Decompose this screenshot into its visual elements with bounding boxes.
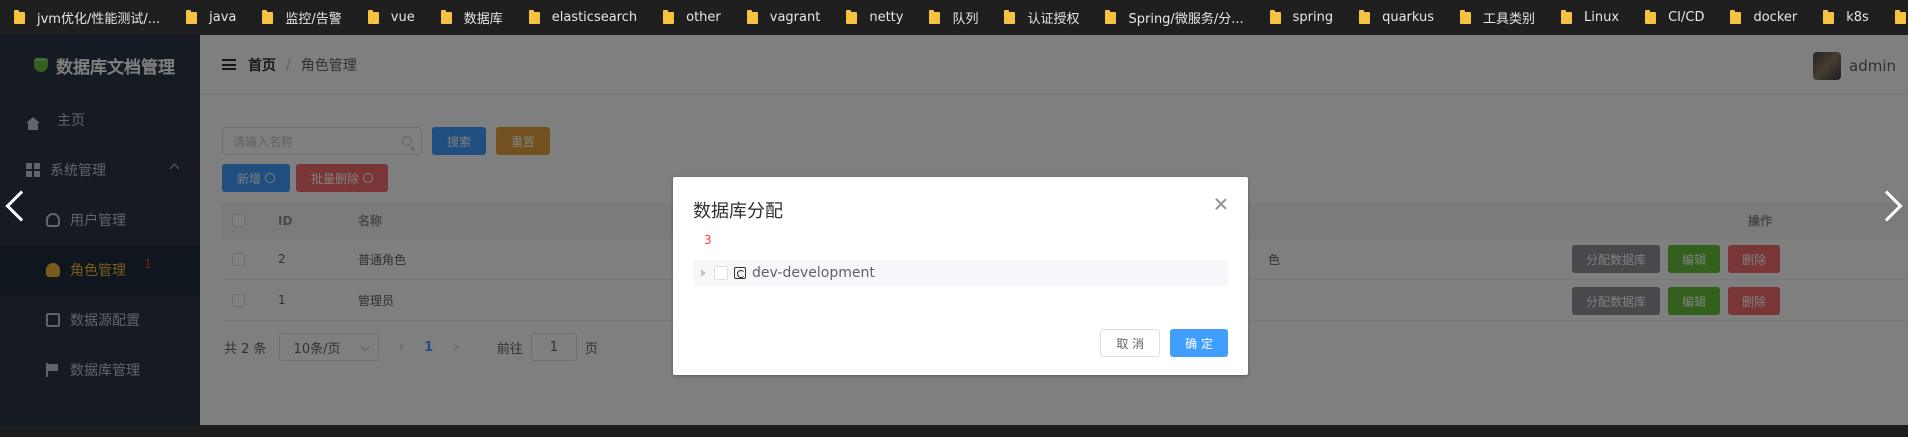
bookmark-item[interactable]: 工具类别: [1460, 8, 1535, 27]
bookmark-item[interactable]: vue: [367, 9, 415, 25]
folder-icon: [663, 9, 675, 24]
bookmark-label: 队列: [952, 12, 979, 27]
folder-icon: [1730, 9, 1742, 24]
folder-icon: [528, 9, 540, 24]
dialog-title: 数据库分配: [693, 201, 783, 222]
bookmark-item[interactable]: spring: [1269, 9, 1334, 25]
bookmark-item[interactable]: jvm优化/性能测试/...: [14, 8, 160, 27]
bookmark-item[interactable]: other: [663, 9, 721, 25]
close-icon[interactable]: [1214, 197, 1228, 211]
folder-icon: [1004, 9, 1016, 24]
bookmark-label: quarkus: [1382, 10, 1435, 25]
bookmark-label: vagrant: [769, 10, 821, 25]
chevron-left-icon[interactable]: [5, 190, 37, 222]
bookmark-item[interactable]: Spring/微服务/分...: [1105, 8, 1244, 27]
bookmark-label: vue: [390, 10, 415, 25]
bookmark-item[interactable]: 其他前端类别: [1894, 8, 1908, 27]
bookmark-label: 监控/告警: [285, 12, 342, 27]
bookmark-label: 数据库: [463, 12, 503, 27]
tree-node[interactable]: dev-development: [693, 260, 1228, 286]
bookmark-label: java: [209, 10, 237, 25]
bookmark-label: elasticsearch: [551, 10, 638, 25]
bookmark-item[interactable]: k8s: [1823, 9, 1869, 25]
tree-node-checkbox[interactable]: [714, 266, 728, 280]
database-icon: [734, 267, 746, 279]
bookmark-label: Spring/微服务/分...: [1128, 12, 1244, 27]
dialog-footer: 取 消 确 定: [1090, 329, 1228, 357]
assign-db-dialog: 数据库分配 3 dev-development 取 消 确 定: [673, 177, 1248, 375]
folder-icon: [1269, 9, 1281, 24]
bottom-strip: [0, 425, 1908, 437]
bookmark-item[interactable]: 数据库: [440, 8, 503, 27]
chevron-right-icon[interactable]: [1871, 190, 1903, 222]
bookmark-label: Linux: [1584, 10, 1620, 25]
bookmark-item[interactable]: CI/CD: [1645, 9, 1705, 25]
bookmark-item[interactable]: 认证授权: [1004, 8, 1079, 27]
bookmark-label: docker: [1753, 10, 1798, 25]
folder-icon: [1645, 9, 1657, 24]
folder-icon: [262, 9, 274, 24]
bookmark-label: 认证授权: [1027, 12, 1080, 27]
caret-right-icon[interactable]: [701, 269, 706, 277]
bookmark-item[interactable]: 监控/告警: [262, 8, 342, 27]
folder-icon: [1460, 9, 1472, 24]
bookmark-item[interactable]: java: [186, 9, 237, 25]
folder-icon: [846, 9, 858, 24]
bookmark-item[interactable]: Linux: [1561, 9, 1620, 25]
folder-icon: [746, 9, 758, 24]
folder-icon: [1894, 9, 1906, 24]
confirm-button[interactable]: 确 定: [1170, 329, 1228, 357]
folder-icon: [1105, 9, 1117, 24]
folder-icon: [1823, 9, 1835, 24]
folder-icon: [14, 9, 25, 24]
folder-icon: [186, 9, 198, 24]
folder-icon: [1359, 9, 1371, 24]
folder-icon: [929, 9, 941, 24]
bookmark-label: netty: [869, 10, 904, 25]
bookmark-label: spring: [1292, 10, 1334, 25]
bookmark-item[interactable]: 队列: [929, 8, 978, 27]
bookmark-label: k8s: [1846, 10, 1869, 25]
bookmarks-bar: jvm优化/性能测试/... java 监控/告警 vue 数据库 elasticsear…: [0, 0, 1908, 35]
cancel-button[interactable]: 取 消: [1100, 329, 1161, 357]
bookmark-label: jvm优化/性能测试/...: [37, 12, 161, 27]
bookmark-label: CI/CD: [1668, 10, 1705, 25]
bookmark-label: 工具类别: [1483, 12, 1536, 27]
bookmark-item[interactable]: elasticsearch: [528, 9, 638, 25]
folder-icon: [367, 9, 379, 24]
bookmark-label: other: [686, 10, 721, 25]
folder-icon: [1561, 9, 1573, 24]
bookmark-item[interactable]: quarkus: [1359, 9, 1435, 25]
annotation-marker: 3: [704, 233, 712, 247]
tree-node-label: dev-development: [752, 265, 875, 281]
folder-icon: [440, 9, 452, 24]
bookmark-item[interactable]: docker: [1730, 9, 1798, 25]
bookmark-item[interactable]: netty: [846, 9, 904, 25]
bookmark-item[interactable]: vagrant: [746, 9, 821, 25]
